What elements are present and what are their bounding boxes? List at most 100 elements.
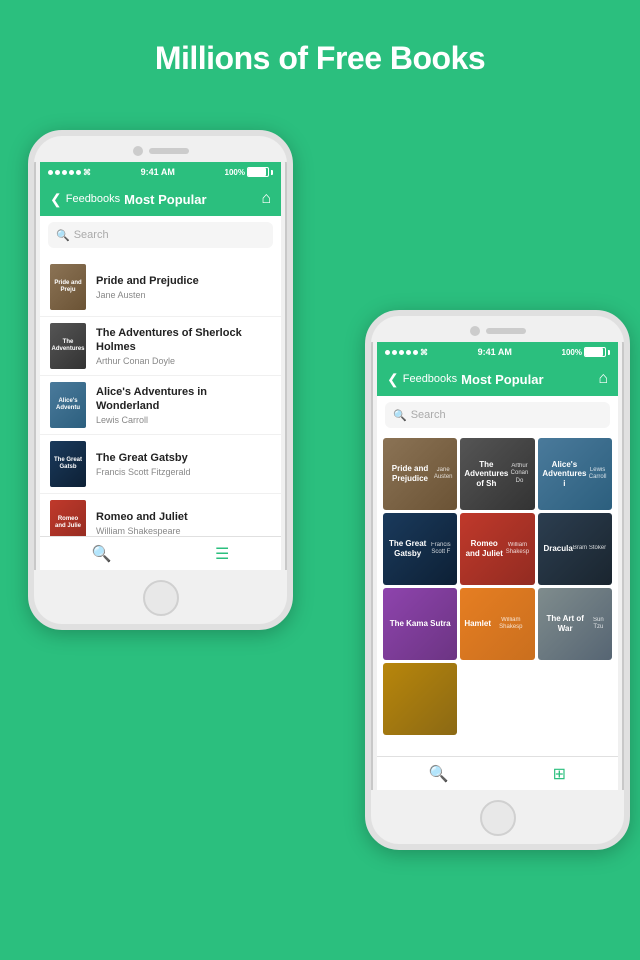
- book-grid: Pride and PrejudiceJane AustenThe Advent…: [377, 434, 618, 739]
- battery-left: 100%: [225, 167, 273, 177]
- book-author-3: Francis Scott Fitzgerald: [96, 467, 271, 477]
- search-placeholder-right: Search: [411, 409, 446, 421]
- search-tab-icon-right[interactable]: 🔍: [429, 764, 449, 784]
- nav-section-title-right: Most Popular: [461, 372, 543, 387]
- home-icon[interactable]: ⌂: [261, 190, 271, 208]
- phone-shell-left: ⌘ 9:41 AM 100% ❮ Feedbooks Most Popular …: [28, 130, 293, 630]
- home-button-right[interactable]: [480, 800, 516, 836]
- home-button-left[interactable]: [143, 580, 179, 616]
- nav-bar-left: ❮ Feedbooks Most Popular ⌂: [40, 182, 281, 216]
- wifi-icon-right: ⌘: [420, 348, 428, 357]
- phone-bottom-right: [371, 790, 624, 850]
- book-list-item[interactable]: The Great Gatsb The Great Gatsby Francis…: [40, 435, 281, 494]
- battery-tip-right: [608, 350, 610, 355]
- battery-bar: [247, 167, 269, 177]
- nav-app-name[interactable]: Feedbooks: [66, 193, 120, 205]
- book-title-1: The Adventures of Sherlock Holmes: [96, 326, 271, 355]
- screen-right: ⌘ 9:41 AM 100% ❮ Feedbooks Most Popular …: [377, 342, 618, 790]
- book-info-2: Alice's Adventures in Wonderland Lewis C…: [96, 385, 271, 426]
- time-left: 9:41 AM: [141, 167, 175, 177]
- menu-tab-icon[interactable]: ☰: [215, 544, 229, 564]
- grid-book-cover-7: HamletWilliam Shakesp: [460, 588, 534, 660]
- battery-right: 100%: [562, 347, 610, 357]
- battery-fill: [248, 168, 266, 176]
- grid-book-item[interactable]: HamletWilliam Shakesp: [460, 588, 534, 660]
- book-author-1: Arthur Conan Doyle: [96, 356, 271, 366]
- back-chevron-right[interactable]: ❮: [387, 371, 399, 388]
- grid-book-cover-2: Alice's Adventures iLewis Carroll: [538, 438, 612, 510]
- book-info-0: Pride and Prejudice Jane Austen: [96, 274, 271, 300]
- grid-book-cover-8: The Art of WarSun Tzu: [538, 588, 612, 660]
- search-placeholder-left: Search: [74, 229, 109, 241]
- phone-shell-right: ⌘ 9:41 AM 100% ❮ Feedbooks Most Popular …: [365, 310, 630, 850]
- grid-book-cover-4: Romeo and JulietWilliam Shakesp: [460, 513, 534, 585]
- time-right: 9:41 AM: [478, 347, 512, 357]
- camera-left: [133, 146, 143, 156]
- book-cover-3: The Great Gatsb: [50, 441, 86, 487]
- phone-top-left: [34, 136, 287, 162]
- status-bar-right: ⌘ 9:41 AM 100%: [377, 342, 618, 362]
- signal-dots: ⌘: [48, 168, 91, 177]
- book-title-0: Pride and Prejudice: [96, 274, 271, 288]
- camera-right: [470, 326, 480, 336]
- book-title-4: Romeo and Juliet: [96, 510, 271, 524]
- book-list: Pride and Preju Pride and Prejudice Jane…: [40, 254, 281, 557]
- book-list-item[interactable]: Pride and Preju Pride and Prejudice Jane…: [40, 258, 281, 317]
- phone-bottom-left: [34, 570, 287, 630]
- search-icon-right: 🔍: [393, 409, 407, 422]
- home-icon-right[interactable]: ⌂: [598, 370, 608, 388]
- search-bar-right[interactable]: 🔍 Search: [385, 402, 610, 428]
- grid-book-item[interactable]: [383, 663, 457, 735]
- book-cover-1: The Adventures: [50, 323, 86, 369]
- book-cover-0: Pride and Preju: [50, 264, 86, 310]
- book-list-item[interactable]: The Adventures The Adventures of Sherloc…: [40, 317, 281, 376]
- speaker-left: [149, 148, 189, 154]
- nav-app-name-right[interactable]: Feedbooks: [403, 373, 457, 385]
- grid-book-item[interactable]: The Adventures of ShArthur Conan Do: [460, 438, 534, 510]
- grid-book-item[interactable]: The Kama Sutra: [383, 588, 457, 660]
- book-author-0: Jane Austen: [96, 290, 271, 300]
- nav-bar-right: ❮ Feedbooks Most Popular ⌂: [377, 362, 618, 396]
- back-chevron[interactable]: ❮: [50, 191, 62, 208]
- grid-book-cover-6: The Kama Sutra: [383, 588, 457, 660]
- search-tab-icon[interactable]: 🔍: [92, 544, 112, 564]
- tab-bar-right: 🔍 ⊞: [377, 756, 618, 790]
- battery-pct-right: 100%: [562, 348, 582, 357]
- speaker-right: [486, 328, 526, 334]
- grid-book-cover-9: [383, 663, 457, 735]
- grid-book-cover-5: DraculaBram Stoker: [538, 513, 612, 585]
- book-info-4: Romeo and Juliet William Shakespeare: [96, 510, 271, 536]
- nav-section-title: Most Popular: [124, 192, 206, 207]
- grid-book-item[interactable]: The Great GatsbyFrancis Scott F: [383, 513, 457, 585]
- grid-book-item[interactable]: DraculaBram Stoker: [538, 513, 612, 585]
- search-icon-left: 🔍: [56, 229, 70, 242]
- grid-book-cover-3: The Great GatsbyFrancis Scott F: [383, 513, 457, 585]
- book-author-4: William Shakespeare: [96, 526, 271, 536]
- grid-tab-icon-right[interactable]: ⊞: [553, 764, 566, 784]
- battery-tip: [271, 170, 273, 175]
- phone-top-right: [371, 316, 624, 342]
- book-title-2: Alice's Adventures in Wonderland: [96, 385, 271, 414]
- page-headline: Millions of Free Books: [0, 0, 640, 77]
- battery-fill-right: [585, 348, 603, 356]
- grid-book-item[interactable]: Romeo and JulietWilliam Shakesp: [460, 513, 534, 585]
- grid-book-cover-1: The Adventures of ShArthur Conan Do: [460, 438, 534, 510]
- book-info-1: The Adventures of Sherlock Holmes Arthur…: [96, 326, 271, 367]
- status-bar-left: ⌘ 9:41 AM 100%: [40, 162, 281, 182]
- screen-left: ⌘ 9:41 AM 100% ❮ Feedbooks Most Popular …: [40, 162, 281, 570]
- search-bar-left[interactable]: 🔍 Search: [48, 222, 273, 248]
- tab-bar-left: 🔍 ☰: [40, 536, 281, 570]
- book-cover-2: Alice's Adventu: [50, 382, 86, 428]
- wifi-icon: ⌘: [83, 168, 91, 177]
- phone-right: ⌘ 9:41 AM 100% ❮ Feedbooks Most Popular …: [365, 310, 630, 850]
- signal-dots-right: ⌘: [385, 348, 428, 357]
- book-author-2: Lewis Carroll: [96, 415, 271, 425]
- battery-pct: 100%: [225, 168, 245, 177]
- battery-bar-right: [584, 347, 606, 357]
- book-info-3: The Great Gatsby Francis Scott Fitzgeral…: [96, 451, 271, 477]
- grid-book-cover-0: Pride and PrejudiceJane Austen: [383, 438, 457, 510]
- grid-book-item[interactable]: Pride and PrejudiceJane Austen: [383, 438, 457, 510]
- book-list-item[interactable]: Alice's Adventu Alice's Adventures in Wo…: [40, 376, 281, 435]
- grid-book-item[interactable]: The Art of WarSun Tzu: [538, 588, 612, 660]
- grid-book-item[interactable]: Alice's Adventures iLewis Carroll: [538, 438, 612, 510]
